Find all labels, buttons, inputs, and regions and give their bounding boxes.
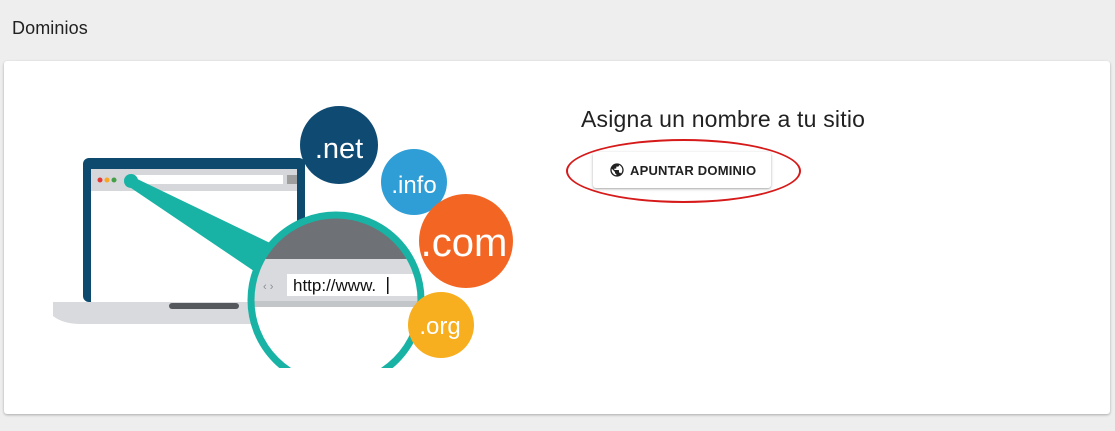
section-title: Asigna un nombre a tu sitio: [581, 106, 866, 132]
com-label: .com: [421, 221, 508, 265]
button-label: APUNTAR DOMINIO: [630, 162, 757, 178]
info-label: .info: [391, 172, 436, 199]
magnifier-origin: [124, 174, 138, 188]
mini-address-bar: [133, 175, 283, 184]
window-dot-red: [97, 177, 103, 183]
net-label: .net: [315, 133, 363, 165]
assign-domain-panel: Asigna un nombre a tu sitio APUNTAR DOMI…: [566, 106, 866, 203]
laptop-hinge: [169, 303, 239, 309]
window-dot-yellow: [104, 177, 110, 183]
domain-illustration: .net .info ‹ › http://www. .com .org: [53, 106, 513, 368]
point-domain-button[interactable]: APUNTAR DOMINIO: [593, 152, 772, 188]
window-dot-green: [111, 177, 117, 183]
svg-text:‹ ›: ‹ ›: [263, 281, 274, 293]
org-label: .org: [419, 313, 460, 340]
address-text: http://www.: [293, 276, 376, 295]
globe-icon: [609, 162, 625, 178]
page-title: Dominios: [12, 18, 88, 38]
domains-card: .net .info ‹ › http://www. .com .org Asi…: [4, 61, 1110, 414]
